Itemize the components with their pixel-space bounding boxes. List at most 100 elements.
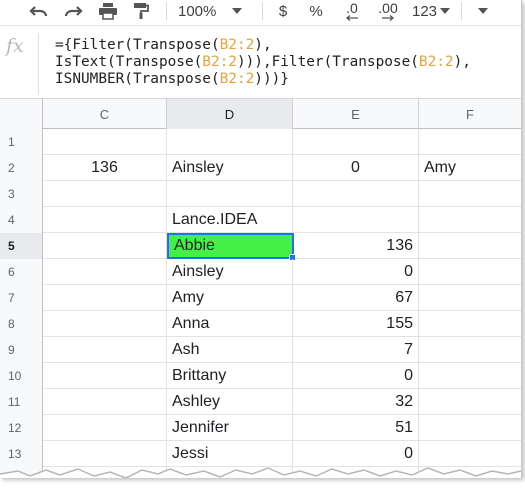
cell-e9[interactable]: 7 xyxy=(293,337,419,363)
cell-c11[interactable] xyxy=(43,389,167,415)
cell-e1[interactable] xyxy=(293,129,419,155)
row-header-7[interactable]: 7 xyxy=(0,285,43,311)
increase-decimals-button[interactable]: .00 xyxy=(372,0,404,22)
formula-input[interactable]: ={Filter(Transpose(B2:2), IsText(Transpo… xyxy=(55,37,471,88)
table-row: 6 Ainsley 0 xyxy=(0,259,521,285)
cell-e8[interactable]: 155 xyxy=(293,311,419,337)
formula-range-ref: B2:2 xyxy=(219,71,255,87)
chevron-down-icon xyxy=(478,8,488,14)
cell-d4[interactable]: Lance.IDEA xyxy=(167,207,293,233)
percent-format-button[interactable]: % xyxy=(305,0,327,22)
formula-text-segment: ={Filter(Transpose( xyxy=(55,37,220,53)
cell-d6[interactable]: Ainsley xyxy=(167,259,293,285)
cell-f6[interactable] xyxy=(419,259,521,285)
more-formats-label: 123 xyxy=(411,2,438,20)
cell-d3[interactable] xyxy=(167,181,293,207)
torn-paper-edge xyxy=(0,467,521,478)
toolbar-divider xyxy=(262,2,263,20)
column-header-row: CDEF xyxy=(0,99,521,129)
cell-c12[interactable] xyxy=(43,415,167,441)
table-row: 10 Brittany 0 xyxy=(0,363,521,389)
formula-range-ref: B2:2 xyxy=(202,54,237,70)
cell-c5[interactable] xyxy=(43,233,167,259)
cell-d8[interactable]: Anna xyxy=(167,311,293,337)
cell-f4[interactable] xyxy=(419,207,521,233)
cell-e11[interactable]: 32 xyxy=(293,389,419,415)
row-header-1[interactable]: 1 xyxy=(0,129,43,155)
row-header-10[interactable]: 10 xyxy=(0,363,43,389)
table-row: 1 xyxy=(0,129,521,155)
zoom-select[interactable]: 100% xyxy=(178,0,254,22)
cell-d10[interactable]: Brittany xyxy=(167,363,293,389)
formula-range-ref: B2:2 xyxy=(418,54,454,70)
font-select[interactable] xyxy=(470,0,496,22)
cell-e10[interactable]: 0 xyxy=(293,363,419,389)
paint-format-button[interactable] xyxy=(128,0,154,22)
increase-decimals-label: .00 xyxy=(378,0,398,16)
print-button[interactable] xyxy=(95,0,121,22)
cell-f7[interactable] xyxy=(419,285,521,311)
cell-c7[interactable] xyxy=(43,285,167,311)
cell-f12[interactable] xyxy=(419,415,521,441)
toolbar: 100% $ % .0 .00 123 xyxy=(0,0,521,26)
formula-text-segment: ))),Filter(Transpose( xyxy=(236,54,419,70)
redo-button[interactable] xyxy=(60,0,86,22)
cell-e6[interactable]: 0 xyxy=(293,259,419,285)
cell-e3[interactable] xyxy=(293,181,419,207)
cell-f8[interactable] xyxy=(419,311,521,337)
row-header-2[interactable]: 2 xyxy=(0,155,43,181)
spreadsheet-window: 100% $ % .0 .00 123 fx ={Filter(Transpos… xyxy=(0,0,522,478)
row-header-8[interactable]: 8 xyxy=(0,311,43,337)
cell-d11[interactable]: Ashley xyxy=(167,389,293,415)
cell-f10[interactable] xyxy=(419,363,521,389)
cell-f11[interactable] xyxy=(419,389,521,415)
column-header-c[interactable]: C xyxy=(43,99,167,129)
cell-c4[interactable] xyxy=(43,207,167,233)
formula-bar: fx ={Filter(Transpose(B2:2), IsText(Tran… xyxy=(0,27,521,99)
table-row: 11 Ashley 32 xyxy=(0,389,521,415)
cell-c9[interactable] xyxy=(43,337,167,363)
more-formats-select[interactable]: 123 xyxy=(410,0,452,22)
formula-bar-divider xyxy=(38,33,39,95)
cell-e7[interactable]: 67 xyxy=(293,285,419,311)
formula-text-segment: )))} xyxy=(254,71,289,87)
cell-e2[interactable]: 0 xyxy=(293,155,419,181)
column-header-d[interactable]: D xyxy=(167,99,293,129)
row-header-12[interactable]: 12 xyxy=(0,415,43,441)
cell-c3[interactable] xyxy=(43,181,167,207)
currency-format-button[interactable]: $ xyxy=(272,0,294,22)
cell-f2[interactable]: Amy xyxy=(419,155,521,181)
cell-f9[interactable] xyxy=(419,337,521,363)
undo-button[interactable] xyxy=(26,0,52,22)
cell-f3[interactable] xyxy=(419,181,521,207)
column-header-e[interactable]: E xyxy=(293,99,419,129)
cell-c10[interactable] xyxy=(43,363,167,389)
cell-f1[interactable] xyxy=(419,129,521,155)
cell-e5[interactable]: 136 xyxy=(293,233,419,259)
cell-d7[interactable]: Amy xyxy=(167,285,293,311)
cell-d1[interactable] xyxy=(167,129,293,155)
cell-c6[interactable] xyxy=(43,259,167,285)
table-row: 4 Lance.IDEA xyxy=(0,207,521,233)
row-header-6[interactable]: 6 xyxy=(0,259,43,285)
cell-e12[interactable]: 51 xyxy=(293,415,419,441)
row-header-9[interactable]: 9 xyxy=(0,337,43,363)
table-row: 9 Ash 7 xyxy=(0,337,521,363)
cell-c8[interactable] xyxy=(43,311,167,337)
select-all-corner[interactable] xyxy=(0,99,43,129)
cell-c1[interactable] xyxy=(43,129,167,155)
toolbar-divider xyxy=(461,2,462,20)
cell-d12[interactable]: Jennifer xyxy=(167,415,293,441)
cell-d9[interactable]: Ash xyxy=(167,337,293,363)
cell-d2[interactable]: Ainsley xyxy=(167,155,293,181)
row-header-5[interactable]: 5 xyxy=(0,233,43,259)
decrease-decimals-button[interactable]: .0 xyxy=(338,0,366,22)
row-header-3[interactable]: 3 xyxy=(0,181,43,207)
cell-c2[interactable]: 136 xyxy=(43,155,167,181)
column-header-f[interactable]: F xyxy=(419,99,521,129)
cell-e4[interactable] xyxy=(293,207,419,233)
row-header-11[interactable]: 11 xyxy=(0,389,43,415)
active-cell-d5[interactable]: Abbie xyxy=(167,233,294,259)
cell-f5[interactable] xyxy=(419,233,521,259)
row-header-4[interactable]: 4 xyxy=(0,207,43,233)
